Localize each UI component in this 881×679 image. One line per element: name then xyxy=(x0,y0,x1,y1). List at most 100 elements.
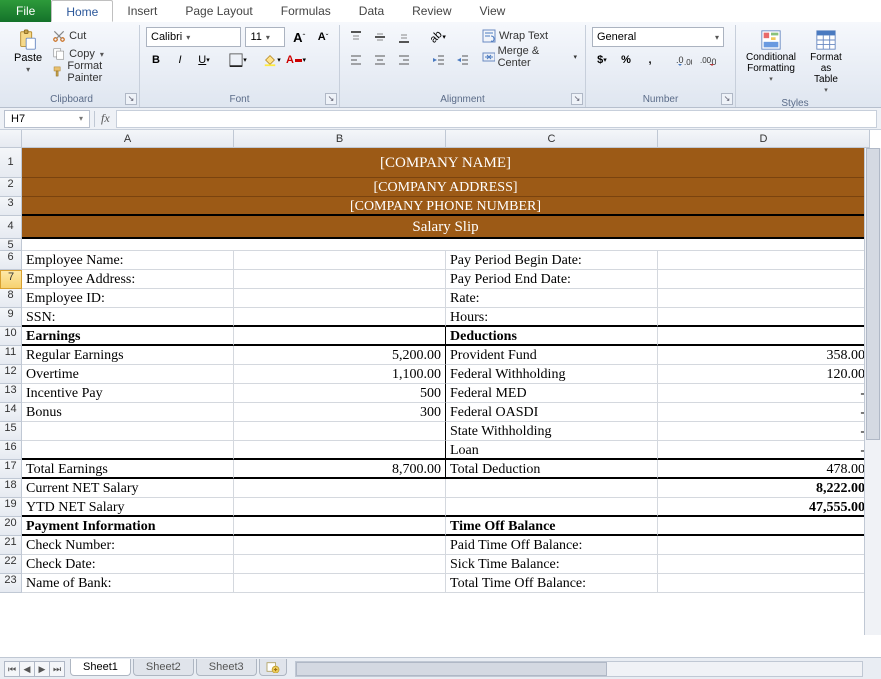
cell[interactable]: - xyxy=(658,403,870,422)
paste-button[interactable]: Paste ▾ xyxy=(10,27,46,76)
first-sheet-button[interactable]: ⏮ xyxy=(4,661,20,677)
align-right-button[interactable] xyxy=(394,50,414,70)
cell[interactable]: State Withholding xyxy=(446,422,658,441)
align-bottom-button[interactable] xyxy=(394,27,414,47)
cell[interactable] xyxy=(658,289,870,308)
cell[interactable] xyxy=(234,270,446,289)
cell[interactable]: Pay Period Begin Date: xyxy=(446,251,658,270)
grow-font-button[interactable]: Aˆ xyxy=(289,27,309,47)
cell[interactable]: [COMPANY NAME] xyxy=(22,148,870,178)
row-header[interactable]: 15 xyxy=(0,422,22,441)
cell[interactable] xyxy=(234,536,446,555)
grid[interactable]: A B C D 1 [COMPANY NAME] 2 [COMPANY ADDR… xyxy=(0,130,881,593)
row-header-selected[interactable]: 7 xyxy=(0,270,22,289)
cell[interactable]: Salary Slip xyxy=(22,216,870,239)
cell[interactable] xyxy=(658,251,870,270)
conditional-formatting-button[interactable]: Conditional Formatting ▾ xyxy=(742,27,800,85)
cell[interactable]: Loan xyxy=(446,441,658,460)
cell[interactable]: 47,555.00 xyxy=(658,498,870,517)
cell[interactable] xyxy=(234,498,446,517)
last-sheet-button[interactable]: ⏭ xyxy=(49,661,65,677)
cell[interactable]: SSN: xyxy=(22,308,234,327)
row-header[interactable]: 18 xyxy=(0,479,22,498)
fx-icon[interactable]: fx xyxy=(95,111,116,126)
cell[interactable] xyxy=(234,422,446,441)
cell[interactable] xyxy=(234,308,446,327)
cell[interactable] xyxy=(234,251,446,270)
cell[interactable]: Federal Withholding xyxy=(446,365,658,384)
cell[interactable]: Current NET Salary xyxy=(22,479,234,498)
cell[interactable]: Total Time Off Balance: xyxy=(446,574,658,593)
cell[interactable]: 120.00 xyxy=(658,365,870,384)
fill-color-button[interactable]: ▾ xyxy=(262,50,282,70)
cell[interactable] xyxy=(22,441,234,460)
cell[interactable]: Payment Information xyxy=(22,517,234,536)
row-header[interactable]: 9 xyxy=(0,308,22,327)
cell[interactable] xyxy=(658,308,870,327)
cell[interactable] xyxy=(658,555,870,574)
cell[interactable]: Rate: xyxy=(446,289,658,308)
font-size-select[interactable]: 11▾ xyxy=(245,27,285,47)
cell[interactable]: Federal MED xyxy=(446,384,658,403)
increase-indent-button[interactable] xyxy=(452,50,472,70)
cell[interactable]: - xyxy=(658,422,870,441)
row-header[interactable]: 13 xyxy=(0,384,22,403)
cell[interactable] xyxy=(658,270,870,289)
tab-file[interactable]: File xyxy=(0,0,51,22)
cell[interactable] xyxy=(22,239,870,251)
border-button[interactable]: ▾ xyxy=(228,50,248,70)
cell[interactable]: 500 xyxy=(234,384,446,403)
row-header[interactable]: 20 xyxy=(0,517,22,536)
cell[interactable]: Earnings xyxy=(22,327,234,346)
font-dialog-launcher[interactable]: ↘ xyxy=(325,93,337,105)
italic-button[interactable]: I xyxy=(170,50,190,70)
cell[interactable] xyxy=(658,517,870,536)
align-top-button[interactable] xyxy=(346,27,366,47)
cell[interactable]: Deductions xyxy=(446,327,658,346)
cell[interactable]: - xyxy=(658,441,870,460)
increase-decimal-button[interactable]: .0.00 xyxy=(674,50,694,70)
cell[interactable]: 5,200.00 xyxy=(234,346,446,365)
font-color-button[interactable]: A▾ xyxy=(286,50,306,70)
cell[interactable]: Employee ID: xyxy=(22,289,234,308)
cut-button[interactable]: Cut xyxy=(50,27,133,45)
horizontal-scrollbar[interactable] xyxy=(295,661,863,677)
cell[interactable] xyxy=(234,289,446,308)
cell[interactable]: [COMPANY ADDRESS] xyxy=(22,178,870,197)
row-header[interactable]: 4 xyxy=(0,216,22,239)
tab-formulas[interactable]: Formulas xyxy=(267,0,345,22)
row-header[interactable]: 19 xyxy=(0,498,22,517)
cell[interactable]: Pay Period End Date: xyxy=(446,270,658,289)
format-as-table-button[interactable]: Format as Table ▾ xyxy=(804,27,848,96)
sheet-tab[interactable]: Sheet3 xyxy=(196,659,257,676)
cell[interactable] xyxy=(446,498,658,517)
cell[interactable]: Check Number: xyxy=(22,536,234,555)
col-header-d[interactable]: D xyxy=(658,130,870,148)
row-header[interactable]: 5 xyxy=(0,239,22,251)
shrink-font-button[interactable]: Aˇ xyxy=(313,27,333,47)
cell[interactable] xyxy=(22,422,234,441)
cell[interactable]: Overtime xyxy=(22,365,234,384)
cell[interactable]: 1,100.00 xyxy=(234,365,446,384)
font-name-select[interactable]: Calibri▾ xyxy=(146,27,241,47)
row-header[interactable]: 22 xyxy=(0,555,22,574)
cell[interactable]: Federal OASDI xyxy=(446,403,658,422)
percent-button[interactable]: % xyxy=(616,50,636,70)
row-header[interactable]: 11 xyxy=(0,346,22,365)
underline-button[interactable]: U▾ xyxy=(194,50,214,70)
cell[interactable]: Hours: xyxy=(446,308,658,327)
cell[interactable] xyxy=(234,441,446,460)
cell[interactable]: Paid Time Off Balance: xyxy=(446,536,658,555)
tab-home[interactable]: Home xyxy=(51,0,113,22)
align-center-button[interactable] xyxy=(370,50,390,70)
comma-button[interactable]: , xyxy=(640,50,660,70)
cell[interactable]: 478.00 xyxy=(658,460,870,479)
cell[interactable]: Total Deduction xyxy=(446,460,658,479)
cell[interactable]: Total Earnings xyxy=(22,460,234,479)
cell[interactable]: Check Date: xyxy=(22,555,234,574)
cell[interactable] xyxy=(658,574,870,593)
row-header[interactable]: 1 xyxy=(0,148,22,178)
cell[interactable]: - xyxy=(658,384,870,403)
row-header[interactable]: 17 xyxy=(0,460,22,479)
tab-page-layout[interactable]: Page Layout xyxy=(171,0,266,22)
